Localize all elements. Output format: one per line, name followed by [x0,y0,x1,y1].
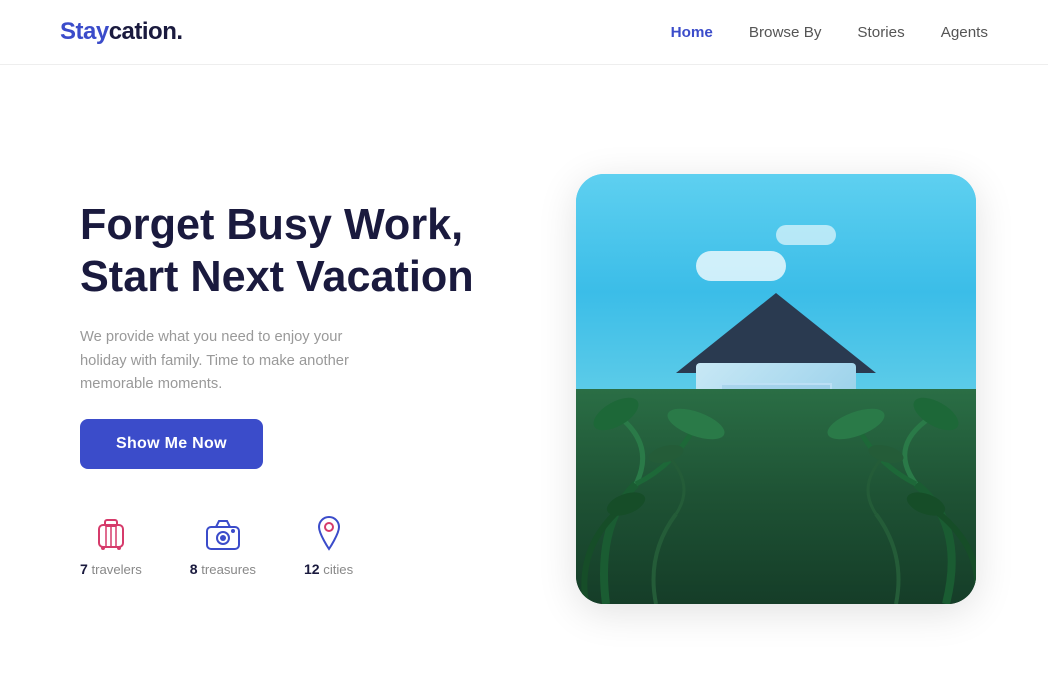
plants-svg [576,346,976,604]
cloud-1 [696,251,786,281]
logo-stay: Stay [60,18,109,45]
scene [576,174,976,604]
luggage-icon [89,511,133,555]
nav-browse-by[interactable]: Browse By [749,24,822,41]
cloud-2 [776,225,836,245]
hero-left: Forget Busy Work, Start Next Vacation We… [80,200,504,576]
hero-image-panel [564,174,988,604]
cities-label: 12 cities [304,561,353,577]
stat-cities: 12 cities [304,511,353,577]
treasures-label: 8 treasures [190,561,256,577]
main-nav: Home Browse By Stories Agents [671,24,988,41]
hero-image-wrapper [576,174,976,604]
logo: Staycation. [60,18,183,46]
location-icon [307,511,351,555]
stats-row: 7 travelers 8 treasures [80,511,504,577]
travelers-label: 7 travelers [80,561,142,577]
nav-agents[interactable]: Agents [941,24,988,41]
hero-title: Forget Busy Work, Start Next Vacation [80,200,504,304]
logo-rest: cation. [109,18,183,45]
nav-stories[interactable]: Stories [857,24,904,41]
hero-subtitle: We provide what you need to enjoy your h… [80,326,380,397]
main-content: Forget Busy Work, Start Next Vacation We… [0,65,1048,692]
show-me-now-button[interactable]: Show Me Now [80,419,263,469]
stat-treasures: 8 treasures [190,511,256,577]
header: Staycation. Home Browse By Stories Agent… [0,0,1048,65]
camera-icon [201,511,245,555]
nav-home[interactable]: Home [671,24,713,41]
stat-travelers: 7 travelers [80,511,142,577]
